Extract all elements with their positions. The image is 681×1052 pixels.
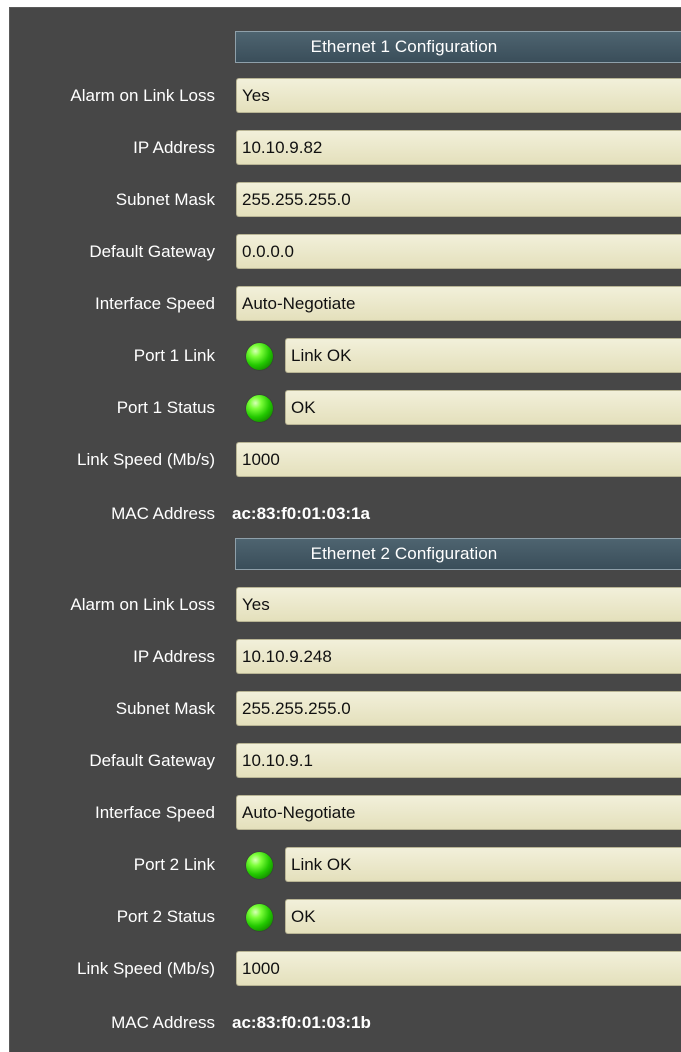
- ethernet-1-header: Ethernet 1 Configuration: [235, 31, 681, 63]
- eth2-mac-value: ac:83:f0:01:03:1b: [232, 1013, 371, 1032]
- eth2-speed-select[interactable]: Auto-Negotiate: [236, 795, 681, 830]
- eth2-alarm-select[interactable]: Yes: [236, 587, 681, 622]
- eth1-port-link-label: Port 1 Link: [133, 346, 215, 365]
- eth1-gateway-label: Default Gateway: [89, 242, 215, 261]
- eth2-mac-label: MAC Address: [111, 1013, 215, 1032]
- eth2-link-speed-value: 1000: [236, 951, 681, 986]
- eth1-alarm-select[interactable]: Yes: [236, 78, 681, 113]
- eth2-ip-label: IP Address: [133, 647, 215, 666]
- eth1-speed-select[interactable]: Auto-Negotiate: [236, 286, 681, 321]
- eth1-subnet-label: Subnet Mask: [115, 190, 215, 209]
- eth1-link-speed-label: Link Speed (Mb/s): [77, 450, 215, 469]
- eth1-ip-field[interactable]: 10.10.9.82: [236, 130, 681, 165]
- eth1-link-speed-value: 1000: [236, 442, 681, 477]
- green-status-led-icon: [246, 395, 273, 422]
- eth2-alarm-label: Alarm on Link Loss: [70, 595, 215, 614]
- eth2-gateway-label: Default Gateway: [89, 751, 215, 770]
- eth2-port-link-label: Port 2 Link: [133, 855, 215, 874]
- eth2-gateway-field[interactable]: 10.10.9.1: [236, 743, 681, 778]
- eth2-ip-field[interactable]: 10.10.9.248: [236, 639, 681, 674]
- eth2-speed-label: Interface Speed: [94, 803, 215, 822]
- eth1-subnet-field[interactable]: 255.255.255.0: [236, 182, 681, 217]
- eth1-gateway-field[interactable]: 0.0.0.0: [236, 234, 681, 269]
- eth2-subnet-field[interactable]: 255.255.255.0: [236, 691, 681, 726]
- eth1-alarm-label: Alarm on Link Loss: [70, 86, 215, 105]
- eth1-port-link-status: Link OK: [285, 338, 681, 373]
- eth1-speed-label: Interface Speed: [94, 294, 215, 313]
- eth2-port-status-value: OK: [285, 899, 681, 934]
- eth2-port-link-status: Link OK: [285, 847, 681, 882]
- eth2-link-speed-label: Link Speed (Mb/s): [77, 959, 215, 978]
- ethernet-2-header: Ethernet 2 Configuration: [235, 538, 681, 570]
- eth1-mac-value: ac:83:f0:01:03:1a: [232, 504, 370, 523]
- eth1-ip-label: IP Address: [133, 138, 215, 157]
- eth2-subnet-label: Subnet Mask: [115, 699, 215, 718]
- eth1-port-status-value: OK: [285, 390, 681, 425]
- ethernet-config-panel: Ethernet 1 Configuration Alarm on Link L…: [9, 7, 681, 1052]
- green-status-led-icon: [246, 904, 273, 931]
- green-status-led-icon: [246, 852, 273, 879]
- eth2-port-status-label: Port 2 Status: [116, 907, 215, 926]
- eth1-port-status-label: Port 1 Status: [116, 398, 215, 417]
- eth1-mac-label: MAC Address: [111, 504, 215, 523]
- green-status-led-icon: [246, 343, 273, 370]
